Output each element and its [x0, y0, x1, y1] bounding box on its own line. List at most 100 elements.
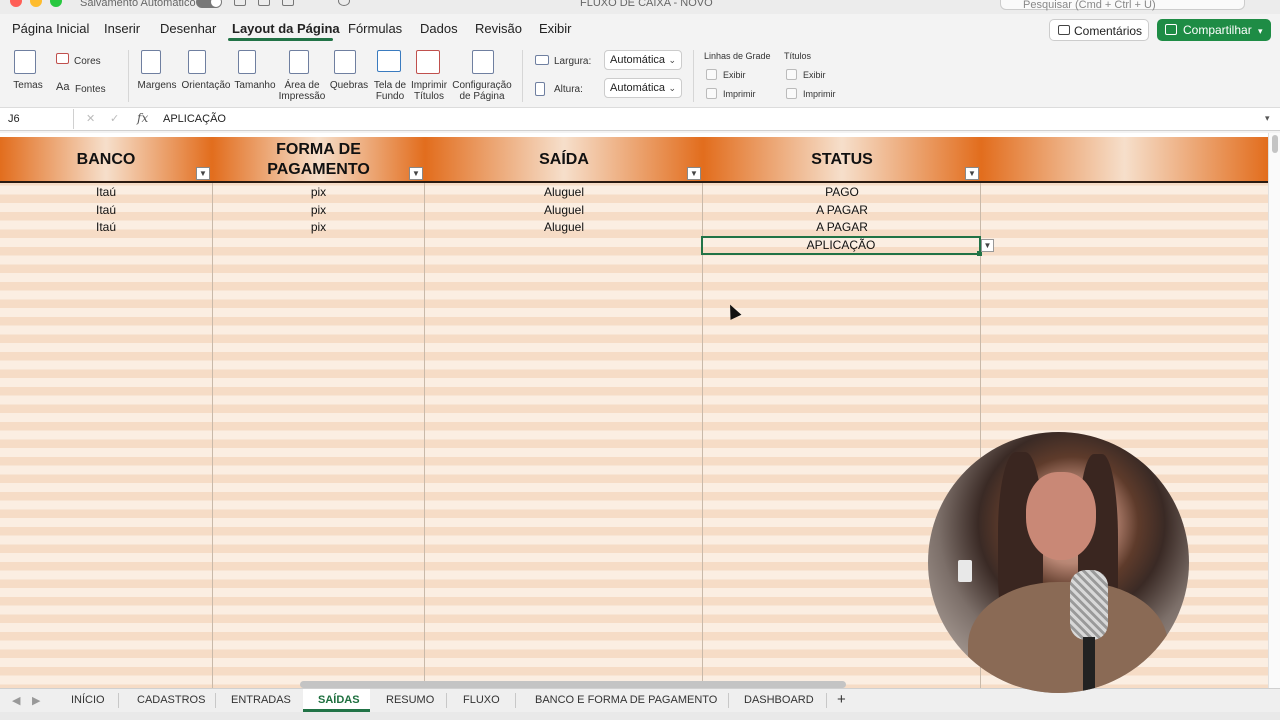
tab-pagina-inicial[interactable]: Página Inicial — [12, 21, 89, 36]
expand-formula-icon[interactable]: ▾ — [1265, 113, 1270, 124]
redo-icon[interactable] — [338, 0, 350, 6]
sheet-tab-cadastros[interactable]: CADASTROS — [137, 694, 205, 706]
cell-saida[interactable]: Aluguel — [425, 219, 703, 236]
share-label: Compartilhar — [1183, 23, 1252, 37]
titles-show-checkbox[interactable] — [786, 69, 797, 80]
tela-fundo-line2[interactable]: Fundo — [370, 91, 410, 102]
add-sheet-button[interactable]: + — [837, 691, 846, 708]
column-divider — [212, 183, 213, 688]
largura-select[interactable]: Automática ⌄ — [604, 50, 682, 70]
cell-forma[interactable]: pix — [212, 219, 425, 236]
sheet-tab-saidas[interactable]: SAÍDAS — [318, 694, 360, 706]
search-input[interactable]: Pesquisar (Cmd + Ctrl + U) — [1000, 0, 1245, 11]
header-banco-label: BANCO — [76, 151, 136, 168]
home-icon[interactable] — [234, 0, 246, 6]
horizontal-scroll-thumb[interactable] — [300, 681, 846, 688]
save-icon[interactable] — [258, 0, 270, 6]
margins-icon[interactable] — [141, 50, 161, 74]
sheet-tab-resumo[interactable]: RESUMO — [386, 694, 434, 706]
cell-banco[interactable]: Itaú — [0, 202, 212, 219]
minimize-window-button[interactable] — [30, 0, 42, 7]
tab-separator — [446, 693, 447, 708]
filter-dropdown-icon[interactable]: ▼ — [965, 167, 979, 180]
size-icon[interactable] — [238, 50, 256, 74]
tamanho-label[interactable]: Tamanho — [233, 80, 277, 91]
cell-saida[interactable]: Aluguel — [425, 184, 703, 201]
sheet-tab-inicio[interactable]: INÍCIO — [71, 694, 105, 706]
imprimir-titulos-line2[interactable]: Títulos — [408, 91, 450, 102]
config-pagina-line1[interactable]: Configuração — [450, 80, 514, 91]
cell-banco[interactable]: Itaú — [0, 184, 212, 201]
close-window-button[interactable] — [10, 0, 22, 7]
imprimir-titulos-line1[interactable]: Imprimir — [408, 80, 450, 91]
zoom-window-button[interactable] — [50, 0, 62, 7]
print-titles-icon[interactable] — [416, 50, 440, 74]
tela-fundo-line1[interactable]: Tela de — [370, 80, 410, 91]
cores-label[interactable]: Cores — [74, 56, 101, 67]
cell-forma[interactable]: pix — [212, 202, 425, 219]
scroll-right-icon[interactable]: ▶ — [32, 694, 40, 707]
fontes-label[interactable]: Fontes — [75, 84, 106, 95]
cell-saida[interactable]: Aluguel — [425, 202, 703, 219]
cancel-icon[interactable]: ✕ — [86, 112, 95, 125]
page-setup-icon[interactable] — [472, 50, 494, 74]
colors-icon[interactable] — [56, 53, 69, 64]
webcam-overlay — [928, 432, 1189, 693]
cell-status[interactable]: A PAGAR — [703, 202, 981, 219]
tab-formulas[interactable]: Fórmulas — [348, 21, 402, 36]
tab-exibir[interactable]: Exibir — [539, 21, 572, 36]
quebras-label[interactable]: Quebras — [328, 80, 370, 91]
comments-button[interactable]: Comentários — [1049, 19, 1149, 41]
sheet-tab-fluxo[interactable]: FLUXO — [463, 694, 500, 706]
gridlines-show-checkbox[interactable] — [706, 69, 717, 80]
cell-banco[interactable]: Itaú — [0, 219, 212, 236]
validation-dropdown-icon[interactable]: ▼ — [981, 239, 994, 252]
fx-icon[interactable]: fx — [137, 111, 148, 125]
cell-status[interactable]: A PAGAR — [703, 219, 981, 236]
tab-revisao[interactable]: Revisão — [475, 21, 522, 36]
confirm-icon[interactable]: ✓ — [110, 112, 119, 125]
scroll-left-icon[interactable]: ◀ — [12, 694, 20, 707]
share-button[interactable]: Compartilhar ▾ — [1157, 19, 1271, 41]
background-icon[interactable] — [377, 50, 401, 72]
orientacao-label[interactable]: Orientação — [180, 80, 232, 91]
margens-label[interactable]: Margens — [136, 80, 178, 91]
print-area-icon[interactable] — [289, 50, 309, 74]
vertical-scroll-thumb[interactable] — [1272, 135, 1278, 153]
temas-label[interactable]: Temas — [10, 80, 46, 91]
titles-print-checkbox[interactable] — [786, 88, 797, 99]
column-divider — [424, 183, 425, 688]
selected-cell-value: APLICAÇÃO — [806, 238, 876, 252]
sheet-tab-dashboard[interactable]: DASHBOARD — [744, 694, 814, 706]
filter-dropdown-icon[interactable]: ▼ — [196, 167, 210, 180]
header-forma-pagamento: FORMA DE PAGAMENTO ▼ — [212, 137, 425, 183]
tab-inserir[interactable]: Inserir — [104, 21, 140, 36]
selected-cell[interactable]: APLICAÇÃO — [701, 236, 982, 256]
themes-icon[interactable] — [14, 50, 36, 74]
chevron-down-icon: ⌄ — [668, 83, 676, 93]
tab-desenhar[interactable]: Desenhar — [160, 21, 216, 36]
orientation-icon[interactable] — [188, 50, 206, 74]
sheet-tab-banco-forma[interactable]: BANCO E FORMA DE PAGAMENTO — [535, 694, 717, 706]
tab-separator — [215, 693, 216, 708]
comments-label: Comentários — [1074, 24, 1143, 38]
name-box[interactable]: J6 — [2, 109, 74, 129]
edit-icon[interactable] — [282, 0, 294, 6]
area-impressao-line1[interactable]: Área de — [278, 80, 326, 91]
vertical-scrollbar[interactable] — [1268, 133, 1280, 688]
filter-dropdown-icon[interactable]: ▼ — [409, 167, 423, 180]
tab-layout-da-pagina[interactable]: Layout da Página — [232, 21, 340, 36]
cell-forma[interactable]: pix — [212, 184, 425, 201]
fonts-icon[interactable]: Aa — [56, 82, 69, 93]
sheet-tab-entradas[interactable]: ENTRADAS — [231, 694, 291, 706]
formula-content[interactable]: APLICAÇÃO — [163, 113, 226, 125]
area-impressao-line2[interactable]: Impressão — [278, 91, 326, 102]
gridlines-print-checkbox[interactable] — [706, 88, 717, 99]
tab-dados[interactable]: Dados — [420, 21, 458, 36]
cell-status[interactable]: PAGO — [703, 184, 981, 201]
breaks-icon[interactable] — [334, 50, 356, 74]
filter-dropdown-icon[interactable]: ▼ — [687, 167, 701, 180]
altura-select[interactable]: Automática ⌄ — [604, 78, 682, 98]
config-pagina-line2[interactable]: de Página — [450, 91, 514, 102]
autosave-toggle[interactable] — [196, 0, 222, 8]
